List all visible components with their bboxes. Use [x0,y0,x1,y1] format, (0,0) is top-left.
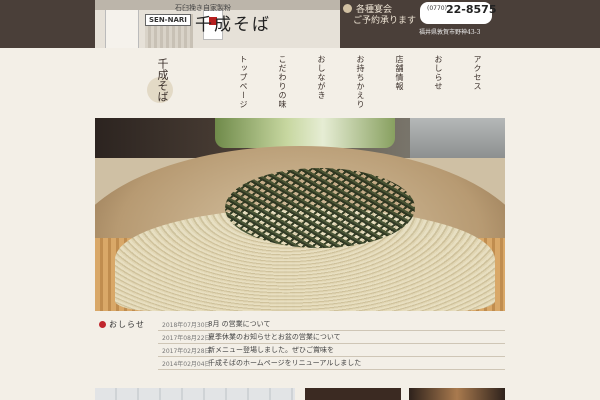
news-row[interactable]: 2017年02月28日 新メニュー登場しました。ぜひご賞味を [158,344,505,357]
hero-nori-topping [225,168,415,248]
banquet-line-2: ご予約承ります [353,16,417,26]
news-date: 2014年02月04日 [162,361,211,368]
news-link[interactable]: 夏季休業のお知らせとお盆の営業について [208,332,341,342]
nav-item-top[interactable]: トップページ [238,55,248,109]
news-link[interactable]: 千成そばのホームページをリニューアルしました [208,358,361,368]
nav-item-access[interactable]: アクセス [472,55,482,91]
news-date: 2017年02月28日 [162,348,211,355]
header-bar: 石臼挽き自家製粉 SEN-NARI 千成そば 各種宴会 ご予約承ります (077… [0,0,600,48]
hero-soba-photo [95,118,505,311]
map-thumbnail[interactable] [95,388,295,400]
news-date: 2018年07月30日 [162,322,211,329]
nav-item-kodawari[interactable]: こだわりの味 [277,55,287,109]
nav-item-takeout[interactable]: お持ちかえり [355,55,365,109]
brand-name-en[interactable]: SEN-NARI [145,14,191,26]
phone-number[interactable]: 22-8575 [446,3,497,16]
photo-thumbnail[interactable] [409,388,505,400]
news-link[interactable]: 8月 の営業について [208,319,270,329]
news-heading: おしらせ [109,320,145,329]
circle-bullet-icon [343,4,352,13]
address: 福井県敦賀市野神43-3 [419,29,481,36]
news-row[interactable]: 2017年08月22日 夏季休業のお知らせとお盆の営業について [158,331,505,344]
photo-thumbnail[interactable] [305,388,401,400]
news-row[interactable]: 2014年02月04日 千成そばのホームページをリニューアルしました [158,357,505,370]
news-date: 2017年08月22日 [162,335,211,342]
nav-item-news[interactable]: おしらせ [433,55,443,91]
nav-item-menu[interactable]: おしながき [316,55,326,100]
nav-item-shop-info[interactable]: 店舗情報 [394,55,404,91]
news-row[interactable]: 2018年07月30日 8月 の営業について [158,318,505,331]
news-link[interactable]: 新メニュー登場しました。ぜひご賞味を [208,345,334,355]
hero-side-dish [215,118,395,148]
phone-prefix: (0770) [427,5,447,12]
logo-vertical[interactable]: 千成そば [154,58,169,102]
brand-name-ja[interactable]: 千成そば [195,10,271,35]
hero-cup [410,118,505,158]
news-bullet-icon [99,321,106,328]
facade-door [105,10,139,48]
